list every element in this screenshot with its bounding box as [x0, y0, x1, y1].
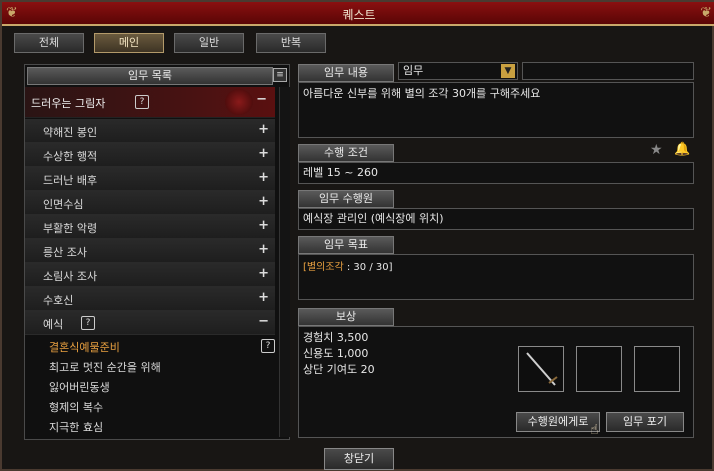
quest-list-header: 임무 목록 — [27, 67, 273, 85]
list-item-label: 예식 — [43, 318, 64, 331]
expand-icon[interactable]: + — [258, 170, 269, 185]
goal-item: [별의조각 — [303, 262, 344, 273]
list-item-label: 수호신 — [43, 294, 74, 307]
tab-all[interactable]: 전체 — [14, 33, 84, 53]
reward-slot[interactable] — [634, 346, 680, 392]
expand-icon[interactable]: + — [258, 218, 269, 233]
list-item-label: 부활한 악령 — [43, 222, 98, 235]
reward-slot[interactable] — [576, 346, 622, 392]
condition-header: 수행 조건 — [298, 144, 394, 162]
tab-general[interactable]: 일반 — [174, 33, 244, 53]
content-text: 아름다운 신부를 위해 별의 조각 30개를 구해주세요 — [303, 87, 541, 100]
close-window-button[interactable]: 창닫기 — [324, 448, 394, 470]
content-header-label: 임무 내용 — [324, 66, 368, 79]
list-item[interactable]: 인면수심 + — [25, 191, 275, 215]
condition-header-label: 수행 조건 — [324, 146, 368, 159]
npc-text: 예식장 관리인 (예식장에 위치) — [303, 212, 444, 225]
condition-box: 레벨 15 ~ 260 — [298, 162, 694, 184]
sub-item-label: 형제의 복수 — [49, 401, 104, 414]
tab-main[interactable]: 메인 — [94, 33, 164, 53]
sub-item-label: 결혼식예물준비 — [49, 341, 120, 354]
goal-header-label: 임무 목표 — [324, 238, 368, 251]
collapse-icon[interactable]: − — [256, 92, 267, 107]
list-item-label: 드러난 배후 — [43, 174, 98, 187]
goal-header: 임무 목표 — [298, 236, 394, 254]
expand-icon[interactable]: + — [258, 290, 269, 305]
abandon-quest-button[interactable]: 임무 포기 — [606, 412, 684, 432]
title-bar[interactable]: ❦ 퀘스트 ❦ — [2, 2, 714, 26]
reward-slot[interactable] — [518, 346, 564, 392]
sub-item[interactable]: 최고로 멋진 순간을 위해 — [49, 359, 161, 375]
tab-repeat[interactable]: 반복 — [256, 33, 326, 53]
list-item-label: 수상한 행적 — [43, 150, 98, 163]
list-item-label: 인면수심 — [43, 198, 84, 211]
report-to-npc-button[interactable]: 수행원에게로 — [516, 412, 600, 432]
hand-cursor-icon: ☝ — [590, 422, 599, 438]
list-item[interactable]: 드러난 배후 + — [25, 167, 275, 191]
bell-icon[interactable]: 🔔 — [674, 142, 690, 157]
window-title: 퀘스트 — [342, 8, 376, 22]
npc-header-label: 임무 수행원 — [318, 192, 374, 205]
list-menu-icon[interactable]: ≡ — [273, 68, 287, 82]
goal-progress: : 30 / 30] — [343, 262, 393, 273]
list-item-label: 드러우는 그림자 — [31, 97, 106, 110]
list-item-label: 릉산 조사 — [43, 246, 87, 259]
collapse-icon[interactable]: − — [258, 314, 269, 329]
content-box: 아름다운 신부를 위해 별의 조각 30개를 구해주세요 — [298, 82, 694, 138]
expand-icon[interactable]: + — [258, 266, 269, 281]
help-icon[interactable]: ? — [135, 95, 149, 109]
goal-box: [별의조각 : 30 / 30] — [298, 254, 694, 300]
sub-item-label: 지극한 효심 — [49, 421, 104, 434]
type-extra-field — [522, 62, 694, 80]
list-item[interactable]: 예식 ? − — [25, 311, 275, 335]
sub-item-label: 최고로 멋진 순간을 위해 — [49, 361, 161, 374]
expand-icon[interactable]: + — [258, 146, 269, 161]
npc-header: 임무 수행원 — [298, 190, 394, 208]
list-scrollbar[interactable] — [279, 87, 290, 437]
npc-box: 예식장 관리인 (예식장에 위치) — [298, 208, 694, 230]
type-select-value: 임무 — [403, 64, 424, 77]
quest-window: ❦ 퀘스트 ❦ 전체 메인 일반 반복 임무 목록 ≡ 드러우는 그림자 ? −… — [0, 0, 714, 471]
help-icon[interactable]: ? — [81, 316, 95, 330]
list-item[interactable]: 약해진 봉인 + — [25, 119, 275, 143]
quest-list-panel: 임무 목록 ≡ 드러우는 그림자 ? − 약해진 봉인 + 수상한 행적 + 드… — [24, 64, 290, 440]
list-item[interactable]: 소림사 조사 + — [25, 263, 275, 287]
expand-icon[interactable]: + — [258, 122, 269, 137]
condition-text: 레벨 15 ~ 260 — [303, 166, 378, 179]
list-item-label: 약해진 봉인 — [43, 126, 98, 139]
sword-icon — [526, 352, 558, 386]
list-item[interactable]: 수상한 행적 + — [25, 143, 275, 167]
sub-item-selected[interactable]: 결혼식예물준비 — [49, 339, 120, 355]
list-item[interactable]: 릉산 조사 + — [25, 239, 275, 263]
sub-item[interactable]: 형제의 복수 — [49, 399, 103, 415]
demon-portrait-icon — [225, 89, 253, 115]
quest-list-title: 임무 목록 — [128, 69, 172, 82]
dropdown-arrow-icon[interactable]: ▼ — [501, 64, 515, 78]
star-icon[interactable]: ★ — [650, 142, 663, 158]
sub-item-label: 잃어버린동생 — [49, 381, 110, 394]
reward-header: 보상 — [298, 308, 394, 326]
help-icon[interactable]: ? — [261, 339, 275, 353]
reward-line: 경험치 3,500 — [303, 331, 369, 344]
list-item[interactable]: 수호신 + — [25, 287, 275, 311]
expand-icon[interactable]: + — [258, 194, 269, 209]
sub-item[interactable]: 지극한 효심 — [49, 419, 103, 435]
list-item-label: 소림사 조사 — [43, 270, 98, 283]
list-item[interactable]: 부활한 악령 + — [25, 215, 275, 239]
right-ornament: ❦ — [700, 5, 712, 21]
type-select[interactable]: 임무 ▼ — [398, 62, 518, 80]
content-header: 임무 내용 — [298, 64, 394, 82]
expand-icon[interactable]: + — [258, 242, 269, 257]
reward-header-label: 보상 — [335, 310, 357, 323]
list-item[interactable]: 드러우는 그림자 ? − — [25, 87, 275, 118]
sub-item[interactable]: 잃어버린동생 — [49, 379, 110, 395]
